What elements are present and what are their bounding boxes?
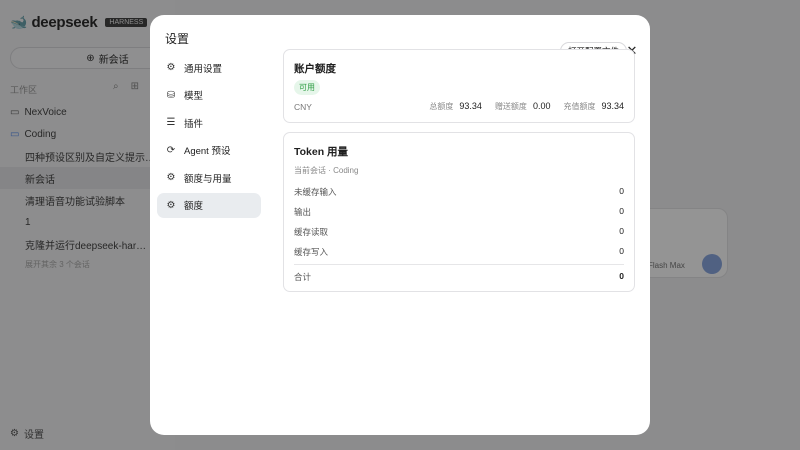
nav-item-label: Agent 预设 (184, 146, 231, 157)
token-title: Token 用量 (294, 146, 349, 158)
currency-label: CNY (294, 102, 312, 112)
token-row-label: 未缓存输入 (294, 187, 337, 197)
nav-item-label: 插件 (184, 118, 204, 130)
nav-item-3[interactable]: ⟳ Agent 预设 (157, 138, 261, 163)
token-total-label: 合计 (294, 272, 312, 282)
nav-item-5[interactable]: ⚙ 额度 (157, 192, 261, 218)
nav-item-label: 通用设置 (184, 63, 223, 75)
nav-item-label: 额度 (184, 201, 204, 212)
balance-card: 账户额度 可用 CNY 总额度 93.34 赠送额度 0.00 充值额度 93.34 (283, 49, 635, 123)
nav-item-label: 额度与用量 (184, 173, 232, 185)
token-subtitle: 当前会话 · Coding (294, 166, 359, 175)
token-row-label: 缓存写入 (294, 247, 329, 257)
agent-icon: ⟳ (166, 144, 176, 156)
token-row: 缓存写入 0 (294, 246, 624, 260)
gear-icon: ⚙ (166, 62, 176, 73)
gift-balance: 赠送额度 0.00 (494, 101, 551, 111)
gear-icon: ⚙ (166, 172, 176, 183)
nav-item-1[interactable]: ⛁ 模型 (157, 83, 261, 108)
token-row-value: 0 (619, 246, 624, 256)
settings-modal: 设置 打开配置文件 ✕ ⚙通用设置⛁模型☰插件⟳Agent 预设⚙额度与用量⚙额… (150, 15, 650, 435)
settings-nav: ⚙ 通用设置 ⛁ 模型 ☰ 插件 ⟳ Agent 预设 ⚙ 额度与用量 ⚙ 额度 (157, 55, 261, 220)
modal-title: 设置 (165, 32, 190, 46)
token-row: 未缓存输入 0 (294, 186, 624, 200)
token-total-value: 0 (619, 271, 624, 281)
token-row: 输出 0 (294, 206, 624, 220)
topup-balance: 充值额度 93.34 (563, 101, 624, 111)
status-badge: 可用 (294, 80, 320, 95)
token-divider (294, 264, 624, 265)
token-row-value: 0 (619, 206, 624, 216)
nav-item-label: 模型 (184, 91, 204, 102)
sliders-icon: ☰ (166, 117, 176, 128)
gear-icon: ⚙ (166, 199, 176, 211)
token-row-value: 0 (619, 226, 624, 236)
nav-item-2[interactable]: ☰ 插件 (157, 110, 261, 135)
token-total-row: 合计 0 (294, 271, 624, 285)
balance-title: 账户额度 (294, 63, 336, 75)
token-row: 缓存读取 0 (294, 226, 624, 240)
token-row-label: 缓存读取 (294, 227, 329, 237)
balance-values: 总额度 93.34 赠送额度 0.00 充值额度 93.34 (429, 101, 624, 112)
token-usage-card: Token 用量 当前会话 · Coding 未缓存输入 0 输出 0 缓存读取 0 缓存写… (283, 132, 635, 292)
nav-item-0[interactable]: ⚙ 通用设置 (157, 55, 261, 80)
total-balance: 总额度 93.34 (429, 101, 482, 111)
nav-item-4[interactable]: ⚙ 额度与用量 (157, 165, 261, 190)
token-row-label: 输出 (294, 207, 312, 217)
token-row-value: 0 (619, 186, 624, 196)
database-icon: ⛁ (166, 89, 176, 101)
